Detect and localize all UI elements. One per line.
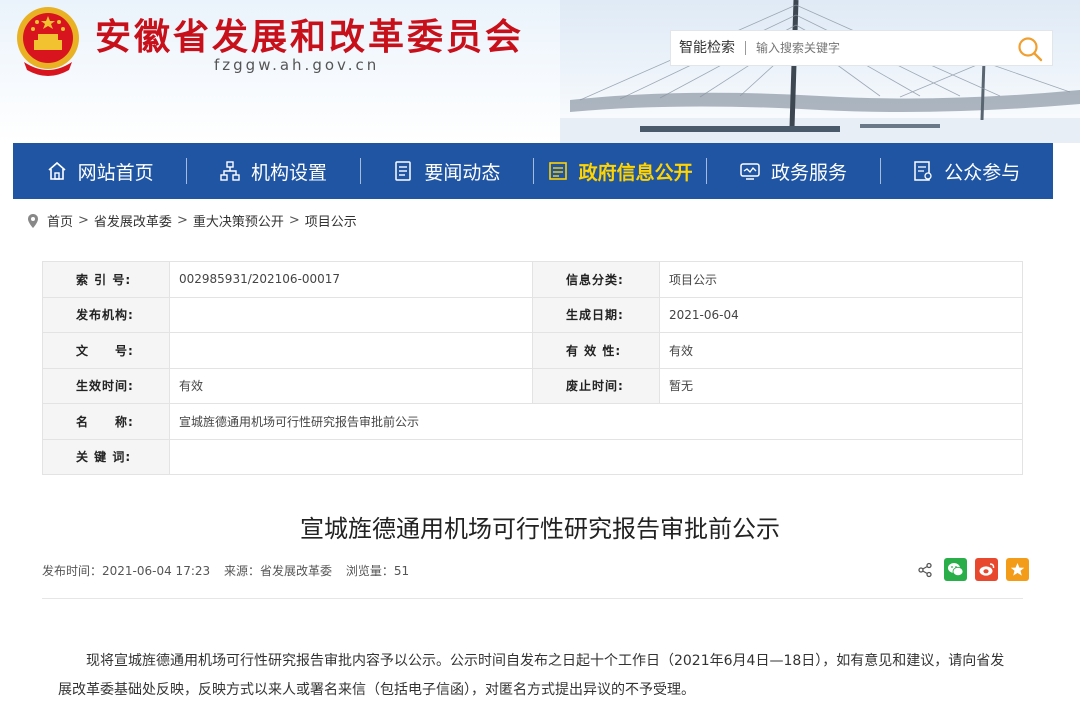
article-title: 宣城旌德通用机场可行性研究报告审批前公示 [300,515,780,543]
info-row: 索 引 号: 002985931/202106-00017 信息分类: 项目公示 [42,261,1023,298]
document-info-table: 索 引 号: 002985931/202106-00017 信息分类: 项目公示… [42,261,1023,475]
info-name-value: 宣城旌德通用机场可行性研究报告审批前公示 [169,403,1023,440]
info-key: 索 引 号: [42,261,170,298]
search-bar: 智能检索 [670,30,1053,66]
star-favorite-icon[interactable] [1006,558,1029,581]
info-row: 文 号: 有 效 性: 有效 [42,332,1023,369]
weibo-share-icon[interactable] [975,558,998,581]
breadcrumb-section[interactable]: 重大决策预公开 [193,211,284,230]
main-nav: 网站首页 机构设置 要闻动态 政府信息公开 政务服务 公众参与 [13,143,1053,199]
nav-item-organization[interactable]: 机构设置 [186,143,359,199]
nav-item-services[interactable]: 政务服务 [706,143,879,199]
article-meta: 发布时间：2021-06-04 17:23 来源：省发展改革委 浏览量：51 [42,562,419,579]
breadcrumb-separator: > [176,213,188,228]
national-emblem-logo [17,7,79,76]
info-row: 发布机构: 生成日期: 2021-06-04 [42,296,1023,333]
info-value: 暂无 [659,367,1023,404]
info-value: 有效 [659,332,1023,369]
breadcrumb-separator: > [288,213,300,228]
info-key: 名 称: [42,403,170,440]
nav-item-label: 公众参与 [944,161,1021,184]
breadcrumb-home[interactable]: 首页 [47,211,73,230]
search-icon[interactable] [1016,35,1044,63]
search-input[interactable] [746,33,1016,63]
nav-item-news[interactable]: 要闻动态 [359,143,533,199]
nav-item-home[interactable]: 网站首页 [13,143,186,199]
site-title: 安徽省发展和改革委员会 [95,17,525,58]
info-key: 关 键 词: [42,438,170,475]
info-row: 生效时间: 有效 废止时间: 暂无 [42,367,1023,404]
divider [42,598,1023,599]
info-key: 有 效 性: [532,332,660,369]
wechat-share-icon[interactable] [944,558,967,581]
search-label: 智能检索 [671,41,746,55]
info-value [169,296,533,333]
info-value: 002985931/202106-00017 [169,261,533,298]
share-toolbar [913,558,1029,581]
info-keywords-value [169,438,1023,475]
form-icon [914,161,932,181]
share-icon[interactable] [913,558,936,581]
breadcrumb-current[interactable]: 项目公示 [305,211,357,230]
article-source: 来源：省发展改革委 [223,564,332,578]
nav-item-label: 政务服务 [770,161,847,184]
view-count: 浏览量：51 [345,564,410,578]
bridge-banner-image [560,0,1080,143]
nav-item-label: 网站首页 [77,161,154,184]
info-key: 发布机构: [42,296,170,333]
info-key: 生效时间: [42,367,170,404]
nav-item-participation[interactable]: 公众参与 [879,143,1053,199]
nav-item-label: 政府信息公开 [578,161,693,184]
article-body: 现将宣城旌德通用机场可行性研究报告审批内容予以公示。公示时间自发布之日起十个工作… [58,653,1005,698]
info-value: 有效 [169,367,533,404]
nav-item-label: 要闻动态 [424,161,501,184]
site-header: 安徽省发展和改革委员会 fzggw.ah.gov.cn 智能检索 [0,0,1080,143]
news-icon [395,161,412,181]
document-icon [548,162,567,180]
home-icon [48,161,66,180]
org-chart-icon [220,161,240,181]
info-key: 文 号: [42,332,170,369]
breadcrumb: 首页 > 省发展改革委 > 重大决策预公开 > 项目公示 [27,211,357,230]
breadcrumb-agency[interactable]: 省发展改革委 [94,211,172,230]
monitor-icon [740,163,760,180]
info-key: 生成日期: [532,296,660,333]
info-value [169,332,533,369]
breadcrumb-separator: > [78,213,89,228]
nav-item-label: 机构设置 [250,161,327,184]
location-pin-icon [28,213,38,228]
nav-item-gov-info[interactable]: 政府信息公开 [532,143,706,199]
info-key: 信息分类: [532,261,660,298]
info-row: 关 键 词: [42,438,1023,475]
site-domain: fzggw.ah.gov.cn [214,56,380,74]
publish-time: 发布时间：2021-06-04 17:23 [42,564,211,578]
info-value: 项目公示 [659,261,1023,298]
info-row: 名 称: 宣城旌德通用机场可行性研究报告审批前公示 [42,403,1023,440]
info-value: 2021-06-04 [659,296,1023,333]
info-key: 废止时间: [532,367,660,404]
